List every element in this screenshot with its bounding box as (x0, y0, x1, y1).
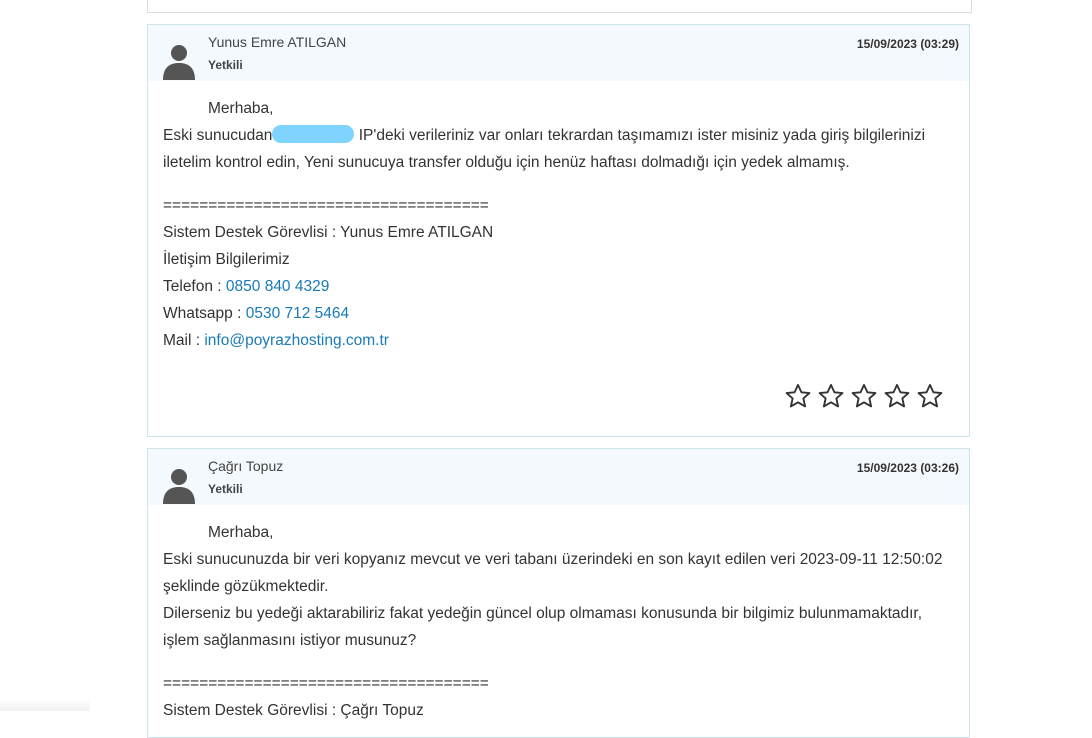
separator: ==================================== (163, 670, 954, 697)
message-line: iletelim kontrol edin, Yeni sunucuya tra… (163, 149, 954, 176)
star-5-icon[interactable] (916, 382, 944, 410)
author-name: Yunus Emre ATILGAN (208, 34, 346, 50)
separator: ==================================== (163, 192, 954, 219)
signature-whatsapp: Whatsapp : 0530 712 5464 (163, 300, 954, 327)
previous-ticket-card (147, 0, 972, 13)
ticket-reply: Çağrı Topuz Yetkili 15/09/2023 (03:26) M… (147, 448, 970, 738)
edge-shadow (0, 699, 90, 711)
star-3-icon[interactable] (850, 382, 878, 410)
ticket-reply: Yunus Emre ATILGAN Yetkili 15/09/2023 (0… (147, 24, 970, 437)
author-role: Yetkili (208, 58, 243, 72)
ticket-header: Çağrı Topuz Yetkili 15/09/2023 (03:26) (148, 449, 969, 505)
message-line: işlem sağlanmasını istiyor musunuz? (163, 627, 954, 654)
star-1-icon[interactable] (784, 382, 812, 410)
signature-contact-title: İletişim Bilgilerimiz (163, 246, 954, 273)
redacted-ip (272, 125, 354, 143)
signature-mail: Mail : info@poyrazhosting.com.tr (163, 327, 954, 354)
message-line: Eski sunucunuzda bir veri kopyanız mevcu… (163, 546, 954, 573)
mail-link[interactable]: info@poyrazhosting.com.tr (204, 332, 389, 349)
rating-stars (163, 382, 954, 414)
reply-date: 15/09/2023 (03:29) (857, 37, 959, 51)
reply-date: 15/09/2023 (03:26) (857, 461, 959, 475)
author-role: Yetkili (208, 482, 243, 496)
author-name: Çağrı Topuz (208, 458, 283, 474)
ticket-header: Yunus Emre ATILGAN Yetkili 15/09/2023 (0… (148, 25, 969, 81)
message-line: Dilerseniz bu yedeği aktarabiliriz fakat… (163, 600, 954, 627)
signature-phone: Telefon : 0850 840 4329 (163, 273, 954, 300)
phone-link[interactable]: 0850 840 4329 (226, 278, 329, 295)
message-line: Eski sunucudan IP'deki verileriniz var o… (163, 122, 954, 149)
star-4-icon[interactable] (883, 382, 911, 410)
whatsapp-link[interactable]: 0530 712 5464 (246, 305, 349, 322)
message-line: şeklinde gözükmektedir. (163, 573, 954, 600)
user-avatar-icon (163, 44, 195, 80)
user-avatar-icon (163, 468, 195, 504)
greeting: Merhaba, (163, 519, 954, 546)
star-2-icon[interactable] (817, 382, 845, 410)
signature-staff: Sistem Destek Görevlisi : Yunus Emre ATI… (163, 219, 954, 246)
ticket-message: Merhaba, Eski sunucudan IP'deki verileri… (148, 81, 969, 428)
greeting: Merhaba, (163, 95, 954, 122)
ticket-message: Merhaba, Eski sunucunuzda bir veri kopya… (148, 505, 969, 738)
